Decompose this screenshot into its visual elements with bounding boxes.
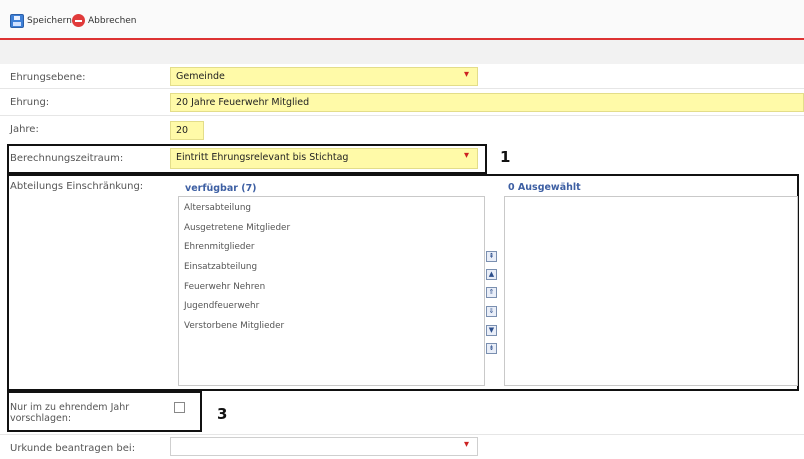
ehrungsebene-value: Gemeinde — [176, 71, 225, 82]
berechnungszeitraum-select[interactable]: Eintritt Ehrungsrelevant bis Stichtag — [170, 148, 478, 169]
list-item[interactable]: Einsatzabteilung — [179, 258, 484, 278]
vorschlagen-label: Nur im zu ehrendem Jahr vorschlagen: — [10, 402, 129, 424]
list-item[interactable]: Altersabteilung — [179, 199, 484, 219]
urkunde-label: Urkunde beantragen bei: — [10, 443, 136, 454]
annotation-number-3: 3 — [217, 405, 228, 423]
move-all-down-button[interactable]: ⇟ — [486, 343, 497, 354]
ehrung-input[interactable]: 20 Jahre Feuerwehr Mitglied — [170, 93, 804, 112]
vorschlagen-checkbox[interactable] — [174, 402, 185, 413]
berechnungszeitraum-label: Berechnungszeitraum: — [10, 153, 124, 164]
vorschlagen-label-line1: Nur im zu ehrendem Jahr — [10, 402, 130, 413]
selected-header: 0 Ausgewählt — [508, 182, 581, 193]
list-item[interactable]: Feuerwehr Nehren — [179, 278, 484, 298]
move-all-up-button[interactable]: ⇞ — [486, 251, 497, 262]
ehrungsebene-select[interactable]: Gemeinde — [170, 67, 478, 86]
row-divider — [0, 115, 804, 116]
available-header: verfügbar (7) — [185, 183, 257, 194]
berechnungszeitraum-value: Eintritt Ehrungsrelevant bis Stichtag — [176, 152, 349, 163]
row-divider — [0, 434, 804, 435]
available-list[interactable]: Altersabteilung Ausgetretene Mitglieder Eh… — [178, 196, 485, 386]
move-right-button[interactable]: ⇑ — [486, 287, 497, 298]
chevron-down-icon — [464, 150, 472, 161]
selected-list[interactable] — [504, 196, 798, 386]
move-left-button[interactable]: ⇓ — [486, 306, 497, 317]
annotation-number-1: 1 — [500, 148, 511, 166]
cancel-button[interactable]: Abbrechen — [72, 14, 137, 27]
move-down-button[interactable]: ▼ — [486, 325, 497, 336]
header-band — [0, 40, 804, 64]
cancel-label: Abbrechen — [88, 15, 137, 26]
jahre-input[interactable]: 20 — [170, 121, 204, 140]
abteilungs-label: Abteilungs Einschränkung: — [10, 181, 144, 192]
ehrungsebene-label: Ehrungsebene: — [10, 72, 86, 83]
save-icon — [10, 14, 24, 28]
move-up-button[interactable]: ▲ — [486, 269, 497, 280]
toolbar: Speichern Abbrechen — [0, 0, 804, 38]
chevron-down-icon — [464, 69, 472, 80]
save-button[interactable]: Speichern — [10, 14, 72, 28]
list-item[interactable]: Ausgetretene Mitglieder — [179, 219, 484, 239]
urkunde-select[interactable] — [170, 437, 478, 456]
jahre-value: 20 — [176, 125, 189, 136]
list-item[interactable]: Jugendfeuerwehr — [179, 297, 484, 317]
save-label: Speichern — [27, 16, 72, 26]
cancel-icon — [72, 14, 85, 27]
ehrung-value: 20 Jahre Feuerwehr Mitglied — [176, 97, 310, 108]
jahre-label: Jahre: — [10, 124, 39, 135]
list-item[interactable]: Verstorbene Mitglieder — [179, 317, 484, 337]
chevron-down-icon — [464, 439, 472, 450]
vorschlagen-label-line2: vorschlagen: — [10, 413, 72, 424]
row-divider — [0, 88, 804, 89]
ehrung-label: Ehrung: — [10, 97, 50, 108]
list-item[interactable]: Ehrenmitglieder — [179, 238, 484, 258]
